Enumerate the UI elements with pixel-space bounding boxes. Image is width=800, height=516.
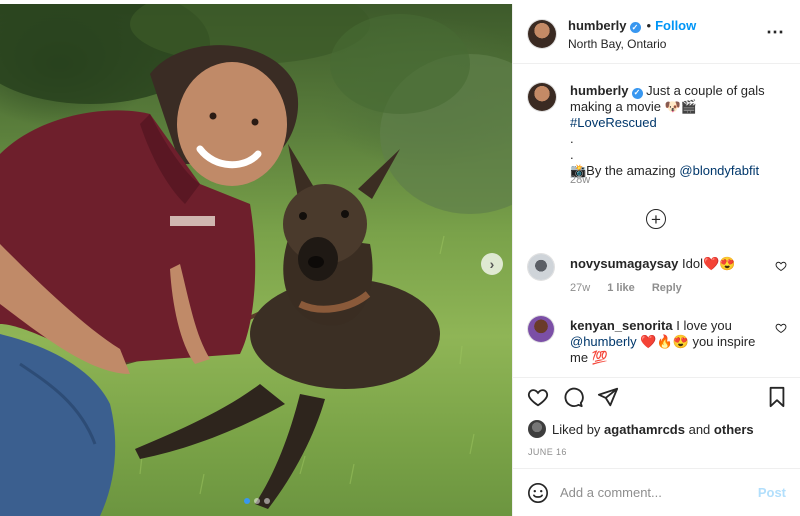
caption-hashtag[interactable]: #LoveRescued xyxy=(570,115,657,130)
more-options-icon[interactable]: ⋯ xyxy=(766,22,785,43)
commenter-username[interactable]: novysumagaysay xyxy=(570,256,678,271)
liked-by-and: and xyxy=(688,421,711,437)
heart-icon[interactable] xyxy=(527,386,549,408)
caption-timestamp[interactable]: 28w xyxy=(570,174,590,186)
load-more-comments-icon[interactable]: + xyxy=(646,209,666,229)
caption-dot: . xyxy=(570,131,574,146)
shirt-logo xyxy=(170,216,215,226)
caption-username[interactable]: humberly xyxy=(570,83,629,98)
liker-avatar[interactable] xyxy=(528,420,546,438)
post-header: humberly ✓ • Follow North Bay, Ontario ⋯ xyxy=(513,4,800,64)
post-photo-illustration xyxy=(0,4,512,516)
share-paper-plane-icon[interactable] xyxy=(597,386,619,408)
carousel-dot xyxy=(244,498,250,504)
author-avatar[interactable] xyxy=(528,20,556,48)
post-date[interactable]: JUNE 16 xyxy=(528,447,567,457)
commenter-username[interactable]: kenyan_senorita xyxy=(570,318,673,333)
follow-button[interactable]: Follow xyxy=(655,18,696,33)
comment-time[interactable]: 27w xyxy=(570,282,590,294)
follow-separator: • xyxy=(646,18,652,33)
carousel-next-button[interactable]: › xyxy=(481,253,503,275)
caption-author-avatar[interactable] xyxy=(528,83,556,111)
post-comment-button[interactable]: Post xyxy=(758,485,786,500)
post-side-panel: humberly ✓ • Follow North Bay, Ontario ⋯ hu… xyxy=(512,4,800,516)
liked-by-line: Liked by agathamrcds and others xyxy=(528,420,754,438)
author-username[interactable]: humberly xyxy=(568,18,627,33)
verified-badge-icon: ✓ xyxy=(631,87,643,99)
comment-like-heart-icon[interactable] xyxy=(775,260,787,272)
comment-text: kenyan_senorita I love you @humberly ❤️🔥… xyxy=(570,318,770,366)
commenter-avatar[interactable] xyxy=(528,254,554,280)
liked-by-others[interactable]: others xyxy=(714,422,754,437)
comment-body: I love you xyxy=(676,318,732,333)
post-actions-bar xyxy=(513,378,800,418)
add-comment-bar: Post xyxy=(513,468,800,516)
caption-dot: . xyxy=(570,147,574,162)
comment-body: Idol❤️😍 xyxy=(682,256,736,271)
liked-by-prefix: Liked by xyxy=(552,421,601,437)
emoji-icon[interactable] xyxy=(527,482,549,504)
comment-meta: 27w 1 like Reply xyxy=(570,282,696,294)
comment-text: novysumagaysay Idol❤️😍 xyxy=(570,256,770,272)
comment-like-heart-icon[interactable] xyxy=(775,322,787,334)
verified-badge-icon: ✓ xyxy=(629,22,641,33)
comment-icon[interactable] xyxy=(562,386,584,408)
author-line: humberly ✓ • Follow xyxy=(568,18,696,33)
caption-credit-mention[interactable]: @blondyfabfit xyxy=(679,163,759,178)
commenter-avatar[interactable] xyxy=(528,316,554,342)
instagram-post-modal: › humberly ✓ • Follow North Bay, Ontario ⋯ … xyxy=(0,0,800,516)
post-caption: humberly ✓ Just a couple of gals making a… xyxy=(570,83,785,179)
comment-mention[interactable]: @humberly xyxy=(570,334,637,349)
post-photo[interactable]: › xyxy=(0,4,512,516)
carousel-dots xyxy=(244,498,270,504)
comment-likes[interactable]: 1 like xyxy=(607,282,635,294)
add-comment-input[interactable] xyxy=(560,481,750,503)
caption-line-1: humberly ✓ Just a couple of gals making a… xyxy=(570,83,785,131)
reply-button[interactable]: Reply xyxy=(652,282,682,294)
liked-by-user[interactable]: agathamrcds xyxy=(604,422,685,437)
caption-credit: 📸By the amazing @blondyfabfit xyxy=(570,163,785,179)
bookmark-icon[interactable] xyxy=(767,386,787,408)
carousel-dot xyxy=(254,498,260,504)
carousel-dot xyxy=(264,498,270,504)
comments-section: humberly ✓ Just a couple of gals making a… xyxy=(513,64,800,378)
post-location[interactable]: North Bay, Ontario xyxy=(568,37,666,51)
